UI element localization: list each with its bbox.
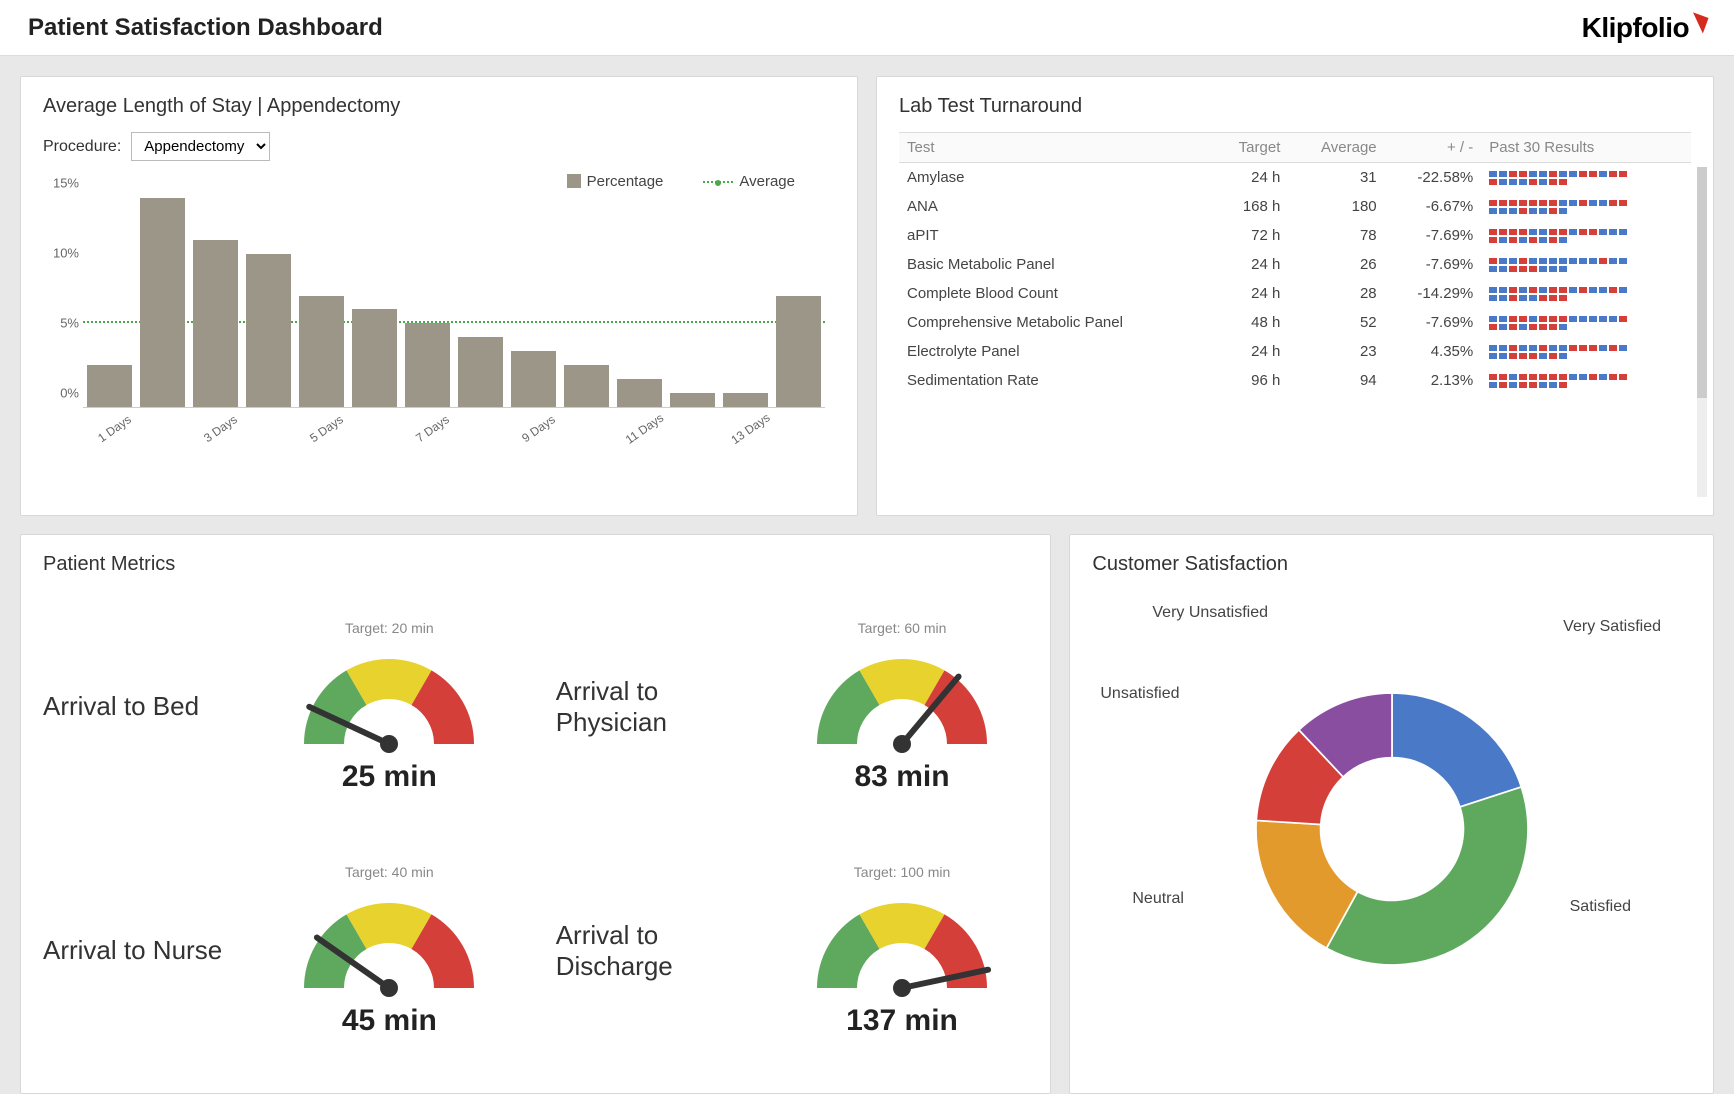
gauge-value: 25 min (263, 760, 516, 794)
card-title: Lab Test Turnaround (899, 95, 1691, 118)
bar (405, 323, 450, 407)
gauge-value: 83 min (776, 760, 1029, 794)
x-label (354, 408, 405, 450)
x-label (566, 408, 617, 450)
gauge-value: 45 min (263, 1004, 516, 1038)
bar (352, 309, 397, 407)
gauge-cell: Arrival to DischargeTarget: 100 min 137 … (556, 834, 1029, 1068)
procedure-select[interactable]: Appendectomy (131, 132, 270, 161)
gauge-label: Arrival to Discharge (556, 920, 776, 982)
label-neutral: Neutral (1132, 890, 1184, 908)
bar (87, 365, 132, 407)
customer-satisfaction-card: Customer Satisfaction Very Satisfied Sat… (1069, 534, 1714, 1094)
x-label: 9 Days (513, 408, 564, 450)
col-test[interactable]: Test (899, 133, 1211, 163)
table-row[interactable]: Comprehensive Metabolic Panel48 h52-7.69… (899, 308, 1691, 337)
gauge-label: Arrival to Physician (556, 676, 776, 738)
brand-logo: Klipfolio◥ (1582, 12, 1706, 44)
length-of-stay-card: Average Length of Stay | Appendectomy Pr… (20, 76, 858, 516)
label-satisfied: Satisfied (1570, 898, 1631, 916)
x-label (778, 408, 829, 450)
x-label (248, 408, 299, 450)
table-row[interactable]: Basic Metabolic Panel24 h26-7.69% (899, 250, 1691, 279)
x-label (460, 408, 511, 450)
x-label: 11 Days (619, 408, 670, 450)
x-label (672, 408, 723, 450)
x-label: 7 Days (407, 408, 458, 450)
col-past[interactable]: Past 30 Results (1481, 133, 1691, 163)
average-line-icon (703, 181, 733, 183)
topbar: Patient Satisfaction Dashboard Klipfolio… (0, 0, 1734, 56)
chart-legend: Percentage Average (43, 173, 835, 190)
x-label (142, 408, 193, 450)
col-target[interactable]: Target (1211, 133, 1289, 163)
sparkline-icon (1489, 200, 1629, 214)
col-average[interactable]: Average (1288, 133, 1384, 163)
donut-slice (1392, 693, 1521, 807)
bar (458, 337, 503, 407)
table-row[interactable]: aPIT72 h78-7.69% (899, 221, 1691, 250)
card-title: Average Length of Stay | Appendectomy (43, 95, 835, 118)
table-scrollbar[interactable] (1697, 167, 1707, 497)
patient-metrics-card: Patient Metrics Arrival to BedTarget: 20… (20, 534, 1051, 1094)
bar (617, 379, 662, 407)
x-label: 5 Days (301, 408, 352, 450)
bar (299, 296, 344, 407)
card-title: Patient Metrics (43, 553, 1028, 576)
label-very-satisfied: Very Satisfied (1563, 618, 1661, 636)
sparkline-icon (1489, 287, 1629, 301)
sparkline-icon (1489, 345, 1629, 359)
card-title: Customer Satisfaction (1092, 553, 1691, 576)
table-row[interactable]: Electrolyte Panel24 h234.35% (899, 337, 1691, 366)
lab-table: Test Target Average + / - Past 30 Result… (899, 132, 1691, 395)
label-very-unsatisfied: Very Unsatisfied (1152, 604, 1268, 622)
logo-accent-icon: ◥ (1687, 7, 1710, 36)
sparkline-icon (1489, 316, 1629, 330)
table-row[interactable]: Complete Blood Count24 h28-14.29% (899, 279, 1691, 308)
col-delta[interactable]: + / - (1385, 133, 1482, 163)
bar (670, 393, 715, 407)
gauge-label: Arrival to Nurse (43, 935, 263, 966)
sparkline-icon (1489, 171, 1629, 185)
gauge-cell: Arrival to BedTarget: 20 min 25 min (43, 590, 516, 824)
satisfaction-donut: Very Satisfied Satisfied Neutral Unsatis… (1092, 590, 1691, 1068)
y-tick: 15% (53, 176, 79, 191)
y-tick: 5% (60, 316, 79, 331)
sparkline-icon (1489, 229, 1629, 243)
bar (564, 365, 609, 407)
bar (511, 351, 556, 407)
gauge-value: 137 min (776, 1004, 1029, 1038)
table-row[interactable]: Sedimentation Rate96 h942.13% (899, 366, 1691, 395)
y-tick: 10% (53, 246, 79, 261)
x-label: 3 Days (195, 408, 246, 450)
percentage-swatch-icon (567, 174, 581, 188)
label-unsatisfied: Unsatisfied (1100, 685, 1179, 703)
bar (140, 198, 185, 407)
los-bar-chart: 0%5%10%15% 1 Days3 Days5 Days7 Days9 Day… (83, 198, 825, 438)
procedure-label: Procedure: (43, 138, 121, 156)
table-row[interactable]: ANA168 h180-6.67% (899, 192, 1691, 221)
page-title: Patient Satisfaction Dashboard (28, 14, 383, 42)
table-row[interactable]: Amylase24 h31-22.58% (899, 163, 1691, 193)
sparkline-icon (1489, 258, 1629, 272)
gauge-label: Arrival to Bed (43, 691, 263, 722)
bar (193, 240, 238, 407)
bar (776, 296, 821, 407)
gauge-cell: Arrival to NurseTarget: 40 min 45 min (43, 834, 516, 1068)
gauge-cell: Arrival to PhysicianTarget: 60 min 83 mi… (556, 590, 1029, 824)
bar (723, 393, 768, 407)
x-label: 13 Days (725, 408, 776, 450)
sparkline-icon (1489, 374, 1629, 388)
x-label: 1 Days (89, 408, 140, 450)
lab-turnaround-card: Lab Test Turnaround Test Target Average … (876, 76, 1714, 516)
donut-slice (1326, 787, 1528, 965)
bar (246, 254, 291, 407)
y-tick: 0% (60, 386, 79, 401)
